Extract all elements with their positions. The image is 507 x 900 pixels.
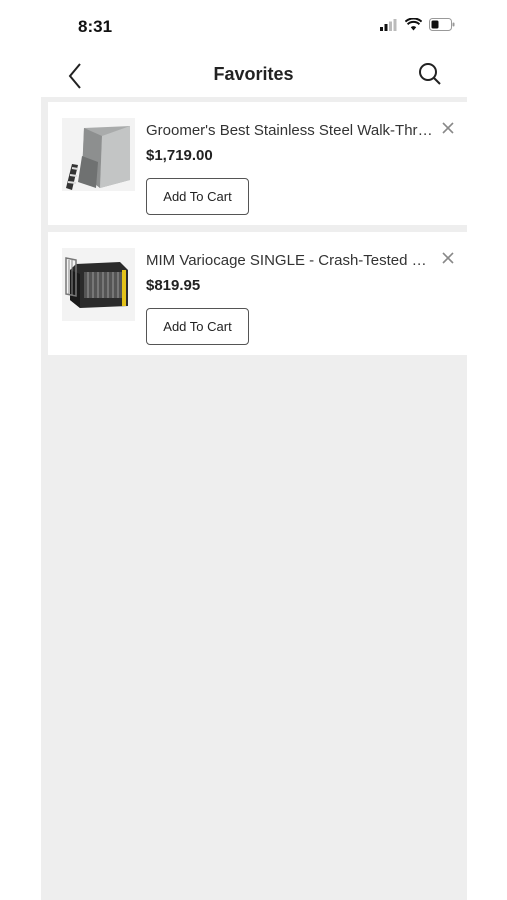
product-price: $1,719.00 <box>146 147 213 164</box>
remove-favorite-button[interactable] <box>440 120 456 136</box>
status-bar: 8:31 <box>0 0 507 52</box>
product-title[interactable]: Groomer's Best Stainless Steel Walk-Thro… <box>146 122 436 139</box>
add-to-cart-button[interactable]: Add To Cart <box>146 178 249 215</box>
search-icon <box>419 63 441 85</box>
status-time: 8:31 <box>78 17 113 36</box>
close-icon <box>442 252 454 264</box>
product-title[interactable]: MIM Variocage SINGLE - Crash-Tested Do..… <box>146 252 436 269</box>
battery-icon <box>429 18 455 31</box>
list-item[interactable]: Groomer's Best Stainless Steel Walk-Thro… <box>48 102 467 225</box>
list-item[interactable]: MIM Variocage SINGLE - Crash-Tested Do..… <box>48 232 467 355</box>
dog-crate-image <box>62 248 135 321</box>
nav-bar: Favorites <box>0 52 507 96</box>
signal-icon <box>380 18 397 31</box>
product-image[interactable] <box>62 248 135 321</box>
product-image[interactable] <box>62 118 135 191</box>
stainless-steel-tub-image <box>62 118 135 191</box>
remove-favorite-button[interactable] <box>440 250 456 266</box>
status-icons <box>380 18 455 31</box>
add-to-cart-button[interactable]: Add To Cart <box>146 308 249 345</box>
search-button[interactable] <box>414 58 446 90</box>
product-price: $819.95 <box>146 277 201 294</box>
wifi-icon <box>405 18 422 31</box>
favorites-list: Groomer's Best Stainless Steel Walk-Thro… <box>41 97 467 900</box>
close-icon <box>442 122 454 134</box>
